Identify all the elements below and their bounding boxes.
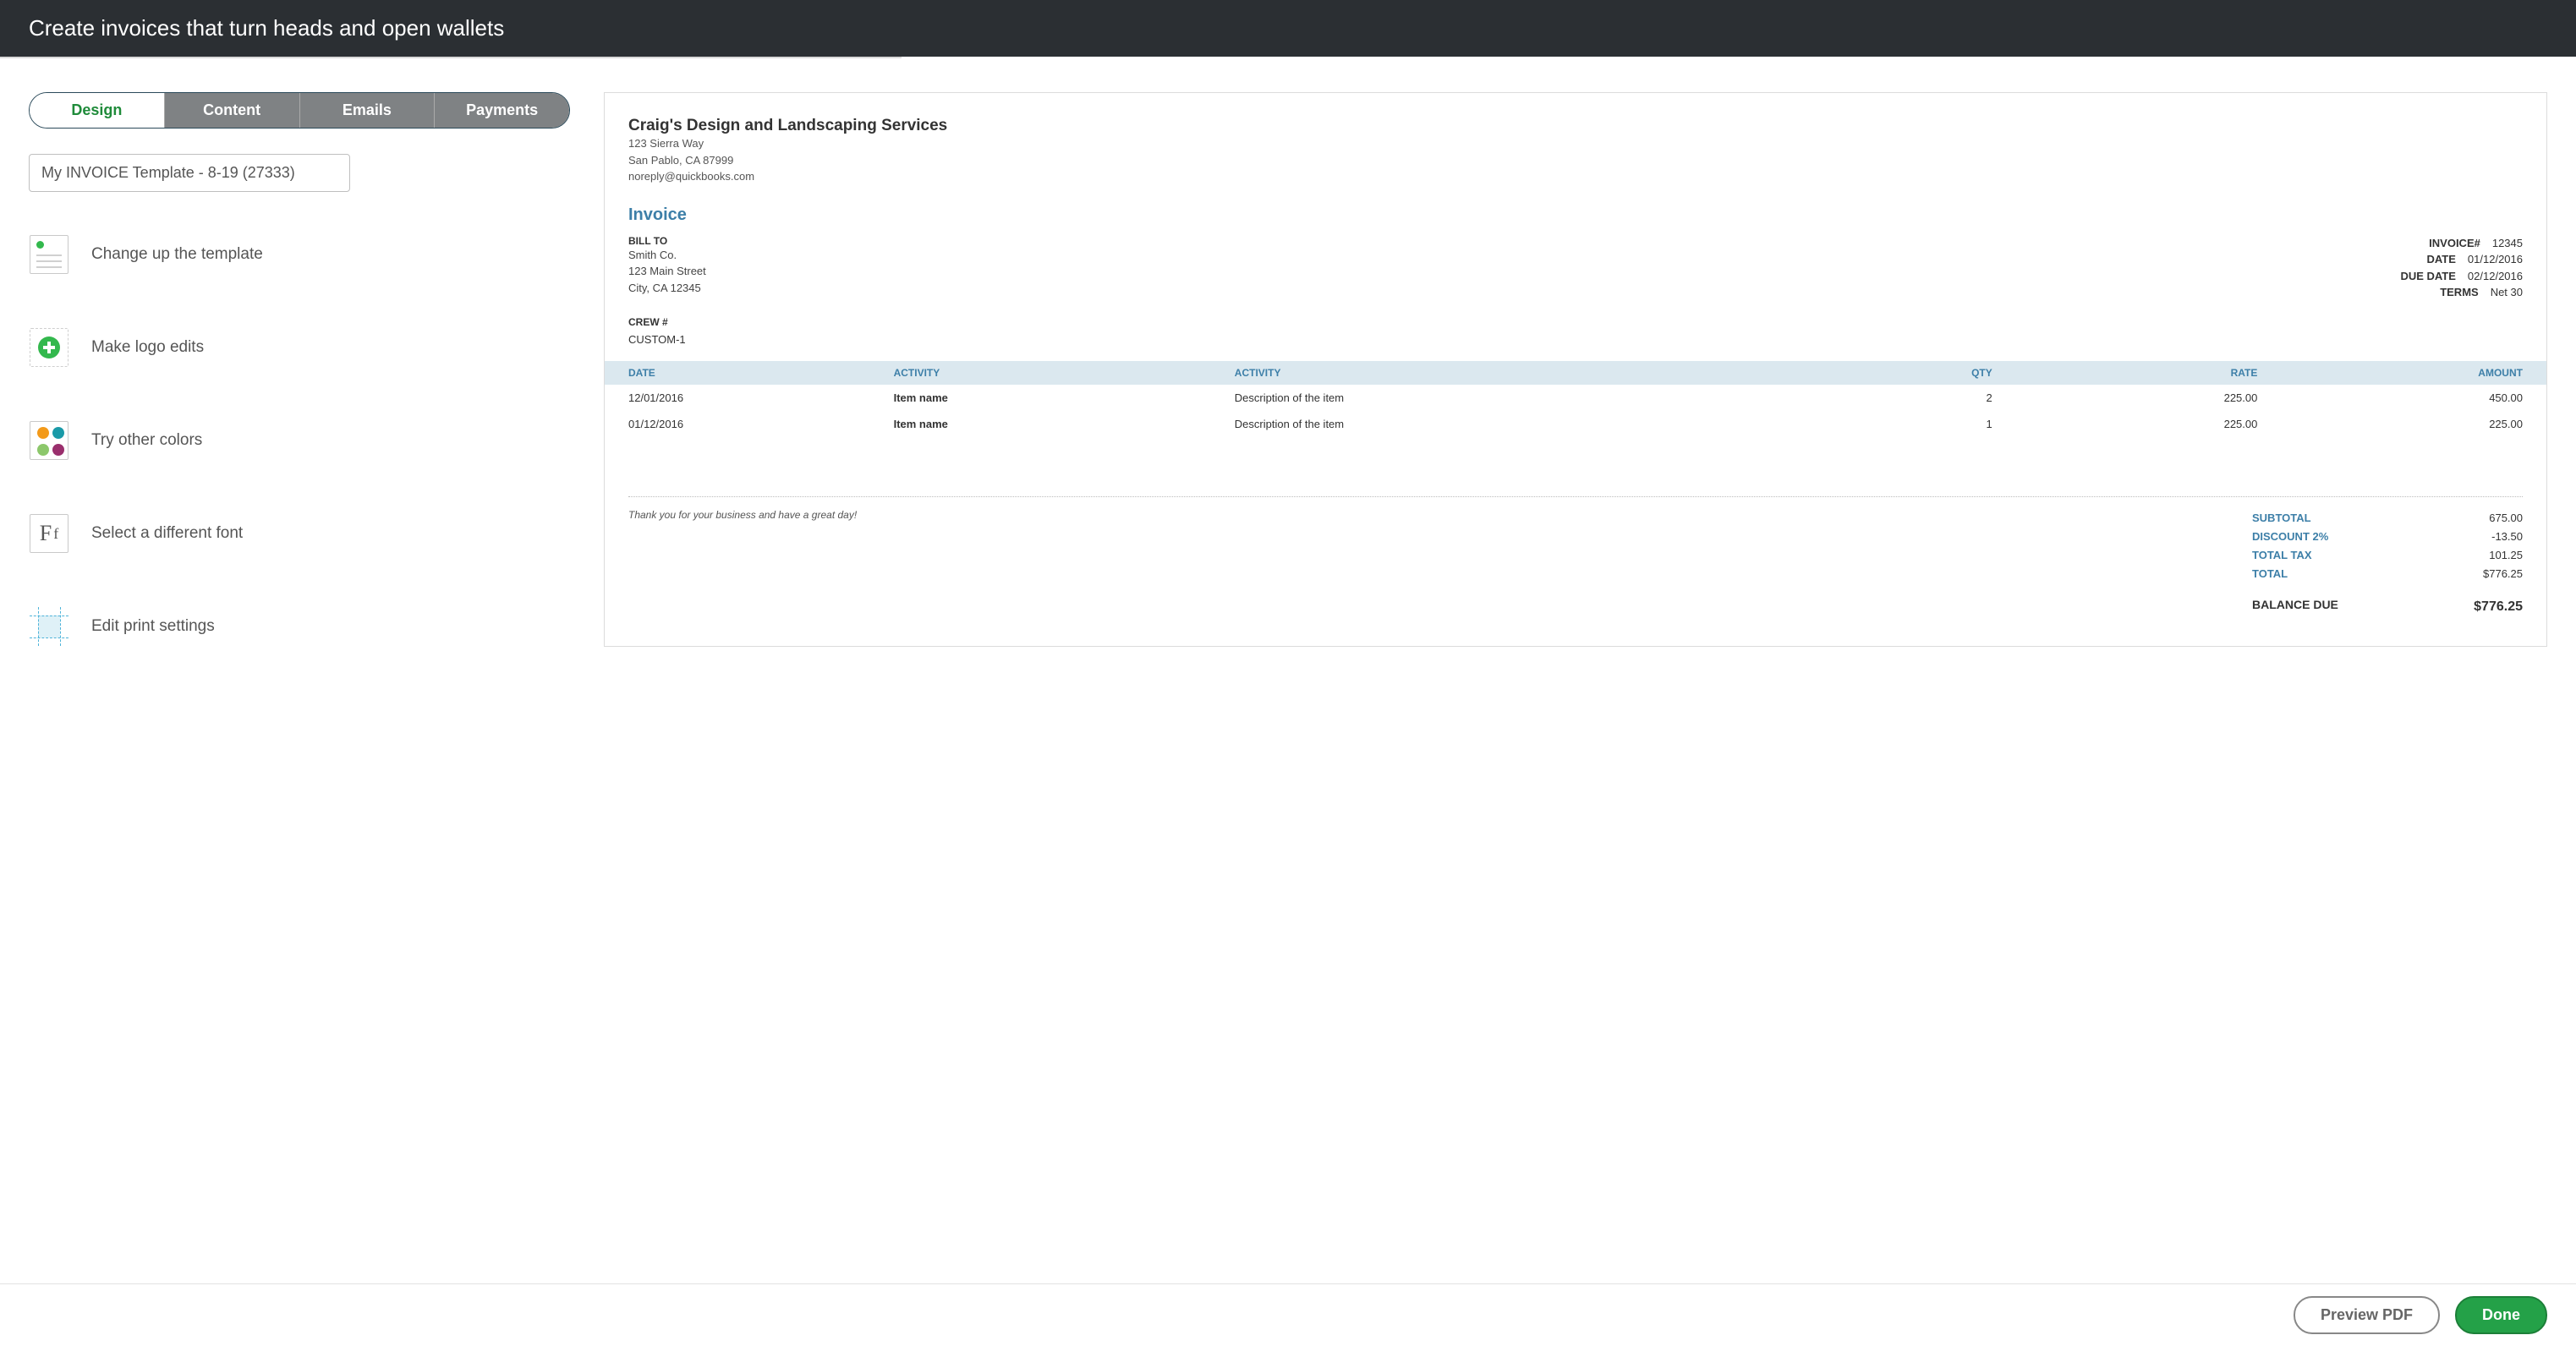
col-header-qty: QTY — [1841, 367, 1992, 379]
company-name: Craig's Design and Landscaping Services — [628, 117, 2523, 135]
item-amount: 225.00 — [2257, 418, 2523, 430]
crew-value: CUSTOM-1 — [628, 333, 2523, 346]
company-addr1: 123 Sierra Way — [628, 135, 2523, 152]
item-qty: 2 — [1841, 391, 1992, 404]
add-logo-icon — [29, 327, 69, 368]
item-desc: Description of the item — [1235, 391, 1841, 404]
done-button[interactable]: Done — [2455, 1296, 2547, 1334]
bill-to-block: BILL TO Smith Co. 123 Main Street City, … — [628, 235, 706, 301]
option-select-font[interactable]: Ff Select a different font — [29, 513, 570, 554]
thank-you-message: Thank you for your business and have a g… — [628, 509, 857, 619]
invoice-meta: INVOICE# 12345 DATE 01/12/2016 DUE DATE 02/… — [2388, 235, 2523, 301]
discount-label: DISCOUNT 2% — [2252, 528, 2328, 546]
terms-label: TERMS — [2411, 284, 2479, 301]
font-icon: Ff — [29, 513, 69, 554]
tax-value: 101.25 — [2489, 546, 2523, 565]
option-label: Edit print settings — [91, 617, 215, 636]
total-value: $776.25 — [2483, 565, 2523, 583]
invoice-date-value: 01/12/2016 — [2468, 251, 2523, 268]
subtotal-value: 675.00 — [2489, 509, 2523, 528]
invoice-no-label: INVOICE# — [2413, 235, 2480, 252]
page-header: Create invoices that turn heads and open… — [0, 0, 2576, 57]
item-name: Item name — [894, 391, 1235, 404]
crew-label: CREW # — [628, 316, 2523, 328]
option-change-template[interactable]: Change up the template — [29, 234, 570, 275]
option-label: Change up the template — [91, 245, 263, 264]
balance-due-value: $776.25 — [2474, 595, 2523, 618]
document-title: Invoice — [628, 205, 2523, 225]
tab-design[interactable]: Design — [30, 93, 165, 128]
due-date-label: DUE DATE — [2388, 268, 2456, 285]
due-date-value: 02/12/2016 — [2468, 268, 2523, 285]
bill-to-label: BILL TO — [628, 235, 706, 247]
line-item: 01/12/2016 Item name Description of the … — [628, 411, 2523, 437]
option-other-colors[interactable]: Try other colors — [29, 420, 570, 461]
col-header-rate: RATE — [1992, 367, 2258, 379]
item-rate: 225.00 — [1992, 391, 2258, 404]
tax-label: TOTAL TAX — [2252, 546, 2312, 565]
terms-value: Net 30 — [2491, 284, 2523, 301]
items-header-row: DATE ACTIVITY ACTIVITY QTY RATE AMOUNT — [605, 361, 2546, 385]
tab-bar: Design Content Emails Payments — [29, 92, 570, 129]
col-header-activity2: ACTIVITY — [1235, 367, 1841, 379]
tab-payments[interactable]: Payments — [435, 93, 569, 128]
tab-content[interactable]: Content — [165, 93, 300, 128]
item-rate: 225.00 — [1992, 418, 2258, 430]
item-date: 12/01/2016 — [628, 391, 894, 404]
total-label: TOTAL — [2252, 565, 2288, 583]
invoice-date-label: DATE — [2388, 251, 2456, 268]
template-icon — [29, 234, 69, 275]
item-desc: Description of the item — [1235, 418, 1841, 430]
balance-due-label: BALANCE DUE — [2252, 595, 2338, 618]
option-label: Try other colors — [91, 431, 202, 450]
bill-to-addr1: 123 Main Street — [628, 263, 706, 280]
item-qty: 1 — [1841, 418, 1992, 430]
company-addr2: San Pablo, CA 87999 — [628, 152, 2523, 169]
invoice-no-value: 12345 — [2492, 235, 2523, 252]
option-print-settings[interactable]: Edit print settings — [29, 606, 570, 647]
template-name-input[interactable] — [29, 154, 350, 192]
items-body: 12/01/2016 Item name Description of the … — [605, 385, 2546, 437]
invoice-preview: Craig's Design and Landscaping Services … — [604, 92, 2547, 647]
option-label: Select a different font — [91, 524, 243, 543]
item-name: Item name — [894, 418, 1235, 430]
page-title: Create invoices that turn heads and open… — [29, 15, 504, 41]
tab-emails[interactable]: Emails — [300, 93, 436, 128]
totals-block: SUBTOTAL 675.00 DISCOUNT 2% -13.50 TOTAL T… — [2252, 509, 2523, 619]
col-header-activity: ACTIVITY — [894, 367, 1235, 379]
crew-block: CREW # CUSTOM-1 — [628, 316, 2523, 346]
line-item: 12/01/2016 Item name Description of the … — [628, 385, 2523, 411]
company-email: noreply@quickbooks.com — [628, 168, 2523, 185]
discount-value: -13.50 — [2491, 528, 2523, 546]
option-logo-edits[interactable]: Make logo edits — [29, 327, 570, 368]
print-margins-icon — [29, 606, 69, 647]
preview-pdf-button[interactable]: Preview PDF — [2294, 1296, 2440, 1334]
bill-to-addr2: City, CA 12345 — [628, 280, 706, 297]
option-label: Make logo edits — [91, 338, 204, 357]
subtotal-label: SUBTOTAL — [2252, 509, 2311, 528]
bottom-action-bar: Preview PDF Done — [0, 1283, 2576, 1346]
design-panel: Design Content Emails Payments Change up… — [29, 92, 570, 647]
colors-icon — [29, 420, 69, 461]
bill-to-name: Smith Co. — [628, 247, 706, 264]
col-header-date: DATE — [628, 367, 894, 379]
item-date: 01/12/2016 — [628, 418, 894, 430]
item-amount: 450.00 — [2257, 391, 2523, 404]
col-header-amount: AMOUNT — [2257, 367, 2523, 379]
